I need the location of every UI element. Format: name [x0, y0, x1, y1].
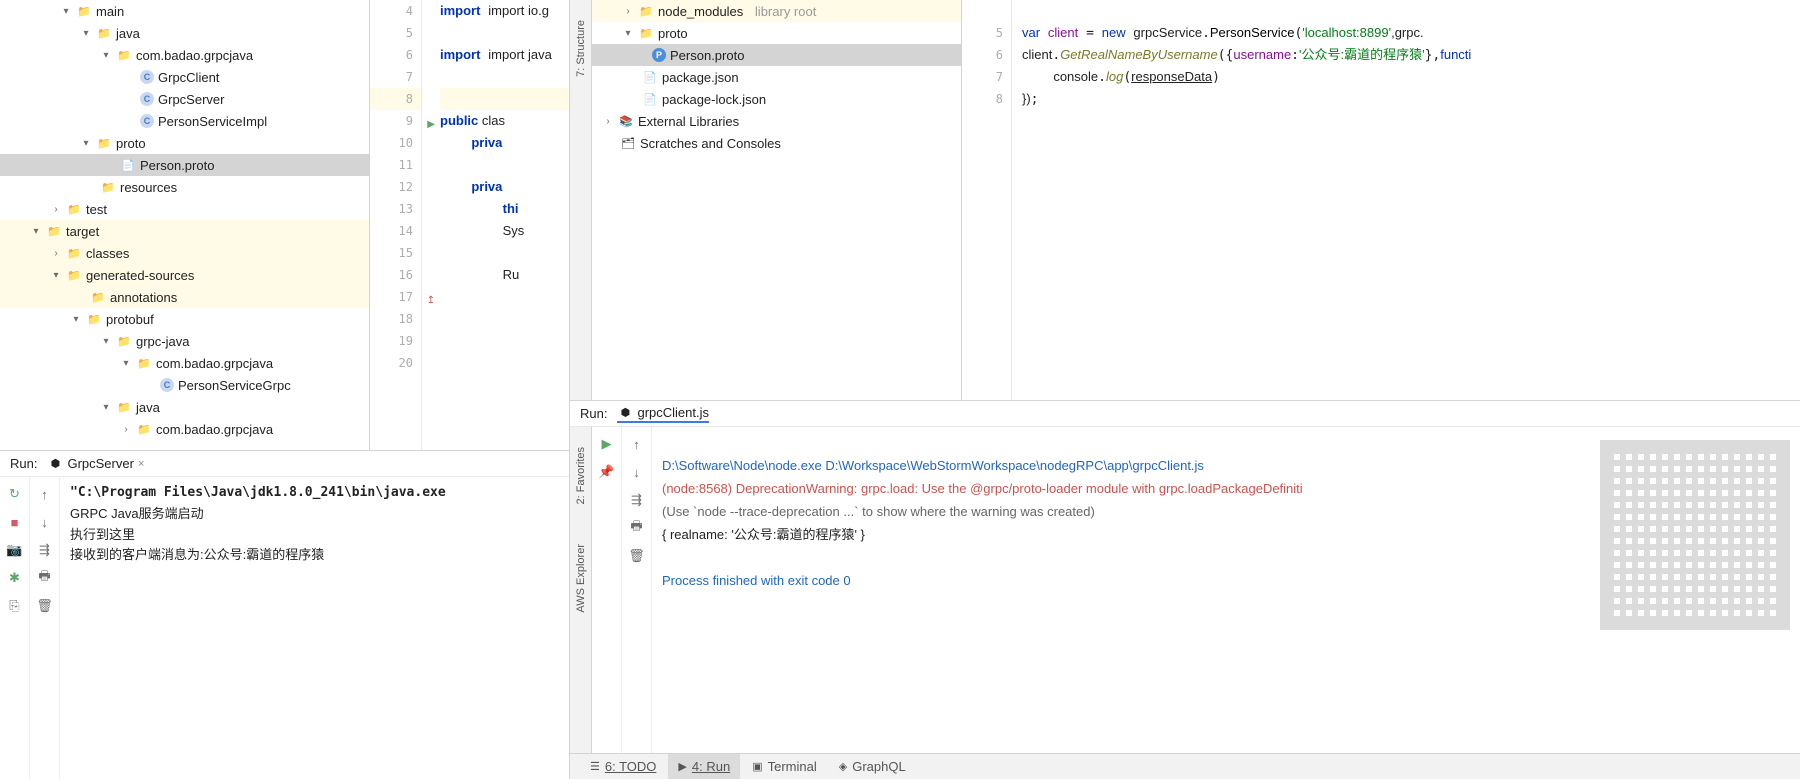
project-tree-right[interactable]: ›📁node_modules library root ▾📁proto PPer… — [592, 0, 962, 400]
pin-icon[interactable]: 📌 — [598, 463, 616, 481]
run-toolbar-left: ↻ ■ 📷 ✱ ⎘ — [0, 477, 30, 779]
exit-icon[interactable]: ⎘ — [6, 597, 24, 615]
run-config-icon: ⬢ — [47, 456, 63, 472]
wrap-icon-r[interactable]: ⇶ — [628, 491, 646, 509]
up-icon[interactable]: ↑ — [36, 485, 54, 503]
trash-icon-r[interactable]: 🗑 — [628, 547, 646, 565]
editor-right[interactable]: 5678 var client = new grpcService.Person… — [962, 0, 1800, 400]
tree-resources[interactable]: resources — [120, 180, 177, 195]
code-right[interactable]: var client = new grpcService.PersonServi… — [1012, 0, 1800, 400]
run-gutter-icon[interactable]: ▶ — [427, 114, 435, 136]
run-output-right[interactable]: D:\Software\Node\node.exe D:\Workspace\W… — [652, 427, 1800, 753]
tab-aws[interactable]: AWS Explorer — [575, 544, 587, 613]
tree-gensrc[interactable]: generated-sources — [86, 268, 194, 283]
tree-ext-lib[interactable]: External Libraries — [638, 114, 739, 129]
tree-pkg2[interactable]: com.badao.grpcjava — [156, 356, 273, 371]
rerun-button[interactable]: ↻ — [6, 485, 24, 503]
tree-grpc-client[interactable]: GrpcClient — [158, 70, 219, 85]
js-icon: ⬢ — [617, 405, 633, 421]
tree-node-modules[interactable]: node_modules — [658, 4, 743, 19]
close-icon[interactable]: × — [138, 458, 144, 470]
tree-person-impl[interactable]: PersonServiceImpl — [158, 114, 267, 129]
tree-person-proto[interactable]: Person.proto — [140, 158, 214, 173]
play-icon: ▶ — [678, 760, 686, 773]
tree-package-json[interactable]: package.json — [662, 70, 739, 85]
run-title-right: Run: — [580, 406, 607, 421]
tree-person-proto-r[interactable]: Person.proto — [670, 48, 744, 63]
wrap-icon[interactable]: ⇶ — [36, 541, 54, 559]
project-tree-left[interactable]: ▾📁main ▾📁java ▾📁com.badao.grpcjava CGrpc… — [0, 0, 370, 450]
tree-pkg3[interactable]: com.badao.grpcjava — [156, 422, 273, 437]
tree-java2[interactable]: java — [136, 400, 160, 415]
tab-graphql[interactable]: ◈GraphQL — [829, 754, 916, 779]
tree-target[interactable]: target — [66, 224, 99, 239]
graphql-icon: ◈ — [839, 760, 847, 773]
tab-favorites[interactable]: 2: Favorites — [575, 447, 587, 504]
terminal-icon: ▣ — [752, 760, 762, 773]
todo-icon: ☰ — [590, 760, 600, 773]
trash-icon[interactable]: 🗑 — [36, 597, 54, 615]
side-strip-structure: 7: Structure — [570, 0, 592, 400]
run-tab-left[interactable]: ⬢ GrpcServer × — [47, 456, 144, 472]
tree-package-lock[interactable]: package-lock.json — [662, 92, 766, 107]
tree-java[interactable]: java — [116, 26, 140, 41]
tree-scratch[interactable]: Scratches and Consoles — [640, 136, 781, 151]
stop-button[interactable]: ■ — [6, 513, 24, 531]
tree-proto[interactable]: proto — [116, 136, 146, 151]
up-icon-r[interactable]: ↑ — [628, 435, 646, 453]
library-icon: 📚 — [618, 113, 634, 129]
run-title-left: Run: — [10, 456, 37, 471]
editor-left[interactable]: 4567 8 9▶ 10111213 141516 17↥ 181920 imp… — [370, 0, 569, 450]
run-button-r[interactable]: ▶ — [598, 435, 616, 453]
tree-psg[interactable]: PersonServiceGrpc — [178, 378, 291, 393]
bottom-tabs: ☰6: TODO ▶4: Run ▣Terminal ◈GraphQL — [570, 753, 1800, 779]
down-icon[interactable]: ↓ — [36, 513, 54, 531]
side-strip-lower: 2: Favorites AWS Explorer — [570, 427, 592, 753]
scratch-icon: 🗂 — [620, 135, 636, 151]
tree-grpc-java-dir[interactable]: grpc-java — [136, 334, 189, 349]
tab-run[interactable]: ▶4: Run — [668, 754, 740, 779]
tree-classes[interactable]: classes — [86, 246, 129, 261]
bug-icon[interactable]: ✱ — [6, 569, 24, 587]
run-output-left[interactable]: "C:\Program Files\Java\jdk1.8.0_241\bin\… — [60, 477, 569, 779]
tab-terminal[interactable]: ▣Terminal — [742, 754, 827, 779]
tree-annotations[interactable]: annotations — [110, 290, 177, 305]
tab-todo[interactable]: ☰6: TODO — [580, 754, 666, 779]
camera-icon[interactable]: 📷 — [6, 541, 24, 559]
down-icon-r[interactable]: ↓ — [628, 463, 646, 481]
tree-pkg[interactable]: com.badao.grpcjava — [136, 48, 253, 63]
print-icon[interactable]: 🖶 — [36, 569, 54, 587]
tree-test[interactable]: test — [86, 202, 107, 217]
print-icon-r[interactable]: 🖶 — [628, 519, 646, 537]
run-tab-right[interactable]: ⬢ grpcClient.js — [617, 405, 709, 423]
tab-structure[interactable]: 7: Structure — [575, 20, 587, 77]
tree-grpc-server[interactable]: GrpcServer — [158, 92, 224, 107]
tree-proto-r[interactable]: proto — [658, 26, 688, 41]
gutter-left: 4567 8 9▶ 10111213 141516 17↥ 181920 — [370, 0, 422, 450]
tree-protobuf[interactable]: protobuf — [106, 312, 154, 327]
gutter-right: 5678 — [962, 0, 1012, 400]
code-left[interactable]: import import io.g import import java pu… — [422, 0, 569, 450]
tree-main[interactable]: main — [96, 4, 124, 19]
